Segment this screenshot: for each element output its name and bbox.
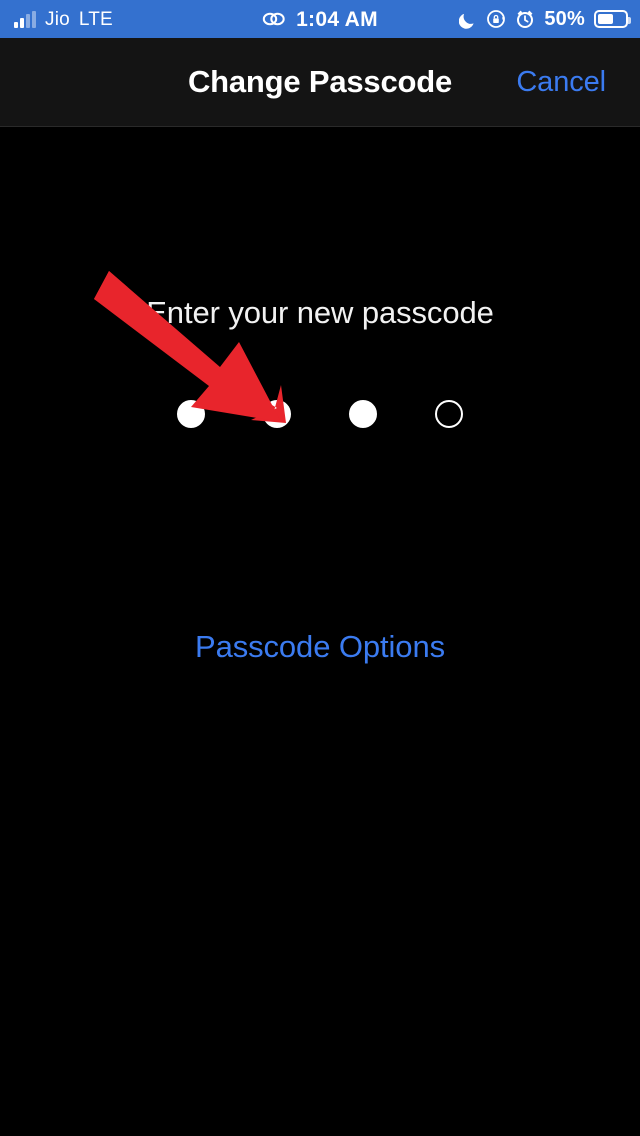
phone-screen: Jio LTE 1:04 AM 50% Change Passcode Canc… [0, 0, 640, 1136]
battery-icon [594, 10, 631, 28]
moon-icon [459, 10, 477, 29]
passcode-dot-1 [177, 400, 205, 428]
navigation-bar: Change Passcode Cancel [0, 38, 640, 127]
passcode-dot-3 [349, 400, 377, 428]
passcode-prompt-label: Enter your new passcode [146, 295, 494, 330]
clock-label: 1:04 AM [296, 7, 378, 31]
passcode-dot-4 [435, 400, 463, 428]
rotation-lock-icon [486, 9, 506, 29]
passcode-content: Enter your new passcode Passcode Options [0, 128, 640, 1136]
cancel-button[interactable]: Cancel [516, 38, 606, 126]
battery-fill [598, 14, 613, 24]
alarm-clock-icon [515, 9, 535, 29]
passcode-dots-group [0, 400, 640, 428]
status-bar: Jio LTE 1:04 AM 50% [0, 0, 640, 38]
status-bar-right: 50% [459, 0, 631, 38]
battery-percent-label: 50% [544, 8, 585, 30]
chain-link-icon [262, 10, 286, 28]
passcode-options-button[interactable]: Passcode Options [0, 631, 640, 662]
passcode-dot-2 [263, 400, 291, 428]
